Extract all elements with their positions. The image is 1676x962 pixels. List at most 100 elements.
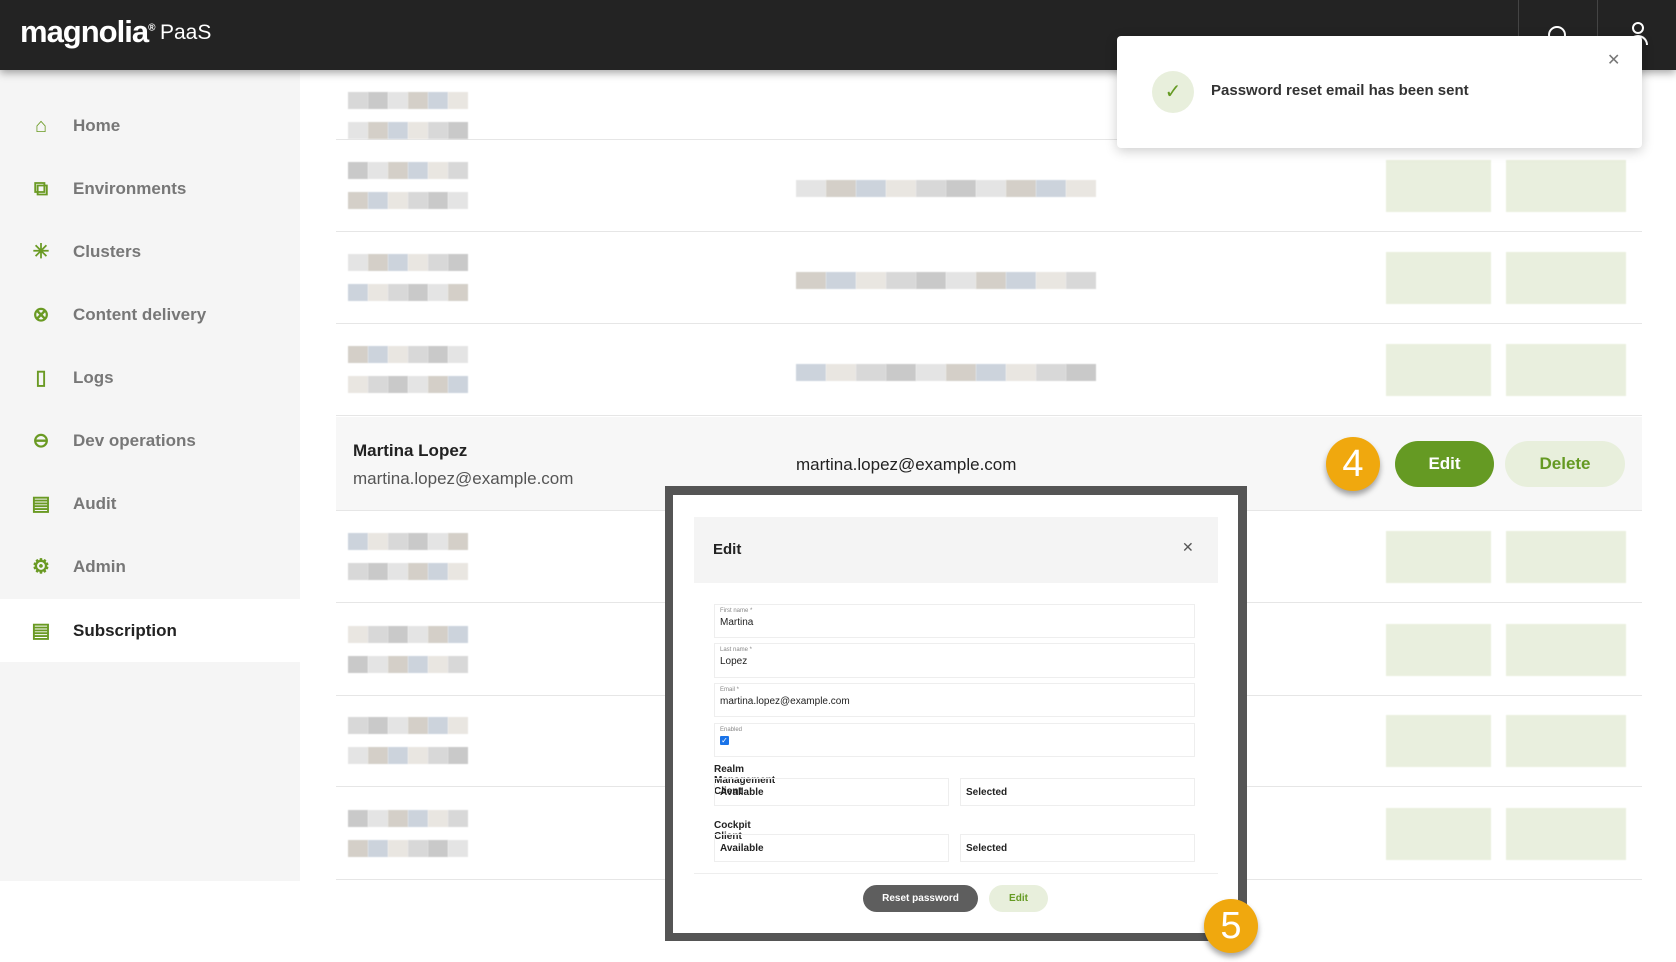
redacted-block xyxy=(448,192,468,209)
redacted-block xyxy=(428,810,448,827)
redacted-block xyxy=(408,122,428,139)
redacted-block xyxy=(448,254,468,271)
field-label: First name * xyxy=(720,608,753,614)
redacted-block xyxy=(1066,364,1096,381)
realm-available-list[interactable]: Available xyxy=(714,778,949,806)
redacted-block xyxy=(916,364,946,381)
logo-mark: ® xyxy=(148,22,155,34)
redacted-block xyxy=(348,254,368,271)
sidebar-item-clusters[interactable]: ✳ Clusters xyxy=(0,220,300,283)
redacted-block xyxy=(796,272,826,289)
redacted-block xyxy=(348,533,368,550)
delete-button[interactable]: Delete xyxy=(1505,441,1625,487)
redacted-block xyxy=(448,626,468,643)
redacted-block xyxy=(388,162,408,179)
redacted-block xyxy=(428,626,448,643)
redacted-block xyxy=(976,180,1006,197)
logo-text: magnolia xyxy=(20,14,149,49)
reset-password-button[interactable]: Reset password xyxy=(863,885,978,912)
sidebar-item-admin[interactable]: ⚙ Admin xyxy=(0,535,300,598)
email-field[interactable]: Email * martina.lopez@example.com xyxy=(714,683,1195,717)
redacted-block xyxy=(388,92,408,109)
field-label: Enabled xyxy=(720,727,743,733)
redacted-block xyxy=(368,717,388,734)
redacted-block xyxy=(428,346,448,363)
sidebar-item-home[interactable]: ⌂ Home xyxy=(0,94,300,157)
redacted-block xyxy=(946,272,976,289)
sidebar-item-dev-operations[interactable]: ⊖ Dev operations xyxy=(0,409,300,472)
redacted-block xyxy=(388,626,408,643)
redacted-block xyxy=(1036,180,1066,197)
modal-edit-button[interactable]: Edit xyxy=(989,885,1048,912)
cockpit-selected-list[interactable]: Selected xyxy=(960,834,1195,862)
redacted-block xyxy=(428,656,448,673)
sidebar-item-label: Dev operations xyxy=(73,430,196,450)
check-icon: ✓ xyxy=(1152,71,1194,113)
redacted-button xyxy=(1506,531,1626,583)
redacted-block xyxy=(388,192,408,209)
redacted-block xyxy=(856,364,886,381)
enabled-checkbox[interactable]: ✓ xyxy=(720,736,729,745)
sidebar-item-subscription[interactable]: ▤ Subscription xyxy=(0,599,300,662)
redacted-block xyxy=(448,747,468,764)
redacted-block xyxy=(408,254,428,271)
redacted-block xyxy=(1036,364,1066,381)
redacted-block xyxy=(826,364,856,381)
redacted-button xyxy=(1506,344,1626,396)
sidebar-item-label: Logs xyxy=(73,367,114,387)
redacted-block xyxy=(796,180,826,197)
redacted-block xyxy=(448,346,468,363)
close-icon[interactable]: ✕ xyxy=(1182,539,1194,556)
sidebar-item-label: Environments xyxy=(73,178,187,198)
redacted-block xyxy=(448,376,468,393)
redacted-block xyxy=(886,180,916,197)
redacted-block xyxy=(348,346,368,363)
redacted-block xyxy=(368,346,388,363)
user-username: martina.lopez@example.com xyxy=(796,455,1017,474)
modal-header: Edit ✕ xyxy=(694,517,1218,583)
sidebar-item-label: Audit xyxy=(73,493,117,513)
gear-icon: ⚙ xyxy=(32,555,50,578)
redacted-block xyxy=(348,284,368,301)
sidebar-item-logs[interactable]: ▯ Logs xyxy=(0,346,300,409)
last-name-field[interactable]: Last name * Lopez xyxy=(714,643,1195,678)
redacted-block xyxy=(408,284,428,301)
redacted-block xyxy=(826,272,856,289)
realm-selected-list[interactable]: Selected xyxy=(960,778,1195,806)
sidebar-item-audit[interactable]: ▤ Audit xyxy=(0,472,300,535)
redacted-block xyxy=(368,284,388,301)
edit-button[interactable]: Edit xyxy=(1395,441,1494,487)
redacted-block xyxy=(388,376,408,393)
step-5-badge: 5 xyxy=(1204,899,1258,953)
redacted-block xyxy=(368,192,388,209)
redacted-block xyxy=(428,747,448,764)
cockpit-available-list[interactable]: Available xyxy=(714,834,949,862)
redacted-block xyxy=(976,272,1006,289)
redacted-block xyxy=(408,656,428,673)
sidebar-item-environments[interactable]: ⧉ Environments xyxy=(0,157,300,220)
redacted-block xyxy=(368,656,388,673)
redacted-block xyxy=(348,656,368,673)
environments-icon: ⧉ xyxy=(33,177,49,200)
redacted-block xyxy=(348,92,368,109)
redacted-button xyxy=(1386,344,1491,396)
first-name-field[interactable]: First name * Martina xyxy=(714,604,1195,638)
redacted-block xyxy=(428,284,448,301)
close-icon[interactable]: ✕ xyxy=(1607,50,1620,70)
magnolia-logo[interactable]: magnolia® xyxy=(20,14,156,50)
redacted-block xyxy=(388,346,408,363)
redacted-block xyxy=(886,364,916,381)
redacted-block xyxy=(368,626,388,643)
sidebar-item-label: Home xyxy=(73,115,121,135)
redacted-button xyxy=(1506,252,1626,304)
subscription-icon: ▤ xyxy=(31,619,51,642)
redacted-block xyxy=(428,717,448,734)
redacted-block xyxy=(428,192,448,209)
redacted-block xyxy=(408,92,428,109)
redacted-block xyxy=(1036,272,1066,289)
redacted-block xyxy=(388,284,408,301)
sidebar-item-label: Clusters xyxy=(73,241,142,261)
redacted-block xyxy=(1066,272,1096,289)
modal-title: Edit xyxy=(713,541,742,558)
sidebar-item-content-delivery[interactable]: ⊗ Content delivery xyxy=(0,283,300,346)
